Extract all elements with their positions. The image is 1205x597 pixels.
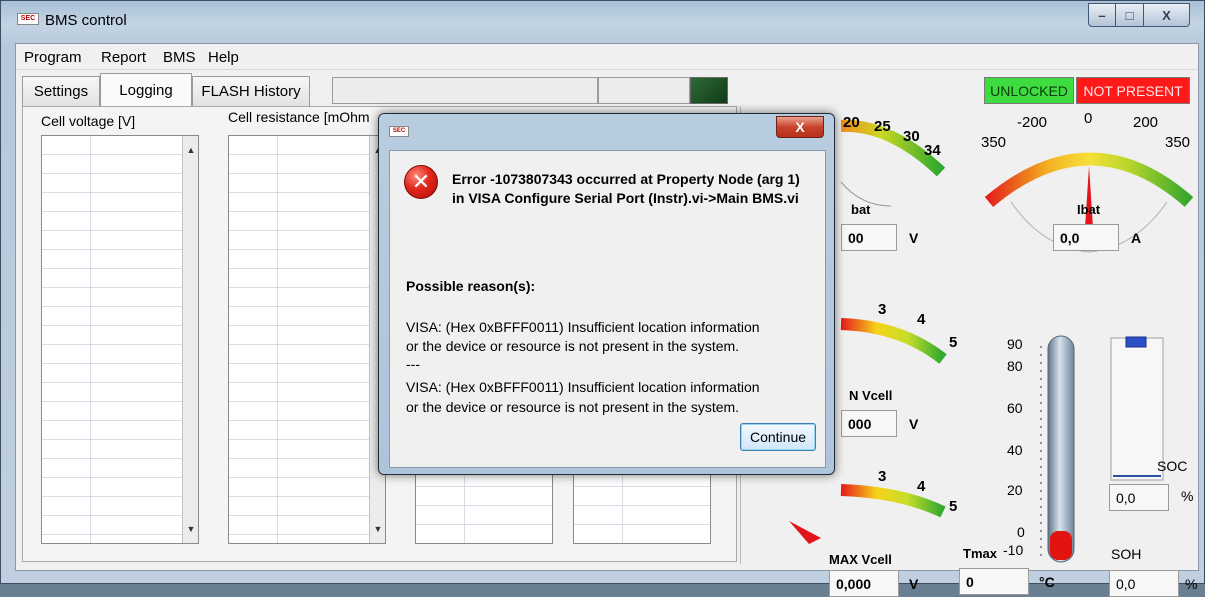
- ibat-label: Ibat: [1077, 202, 1101, 217]
- soc-value: 0,0: [1109, 484, 1169, 511]
- tmax-tick-label: 40: [1007, 442, 1023, 458]
- tmax-label: Tmax: [963, 546, 997, 561]
- min-vcell-tick-label: 3: [878, 301, 887, 318]
- cell-voltage-label: Cell voltage [V]: [41, 113, 136, 129]
- ubat-unit: V: [909, 230, 919, 246]
- status-text-box-2: [598, 77, 690, 104]
- tab-settings[interactable]: Settings: [22, 76, 100, 106]
- max-vcell-tick-label: 4: [917, 478, 926, 495]
- log-table-3[interactable]: [415, 467, 553, 544]
- soc-slider-handle: [1125, 336, 1147, 348]
- tmax-tick-label: 90: [1007, 336, 1023, 352]
- tmax-tick-label: -10: [1003, 542, 1024, 558]
- min-vcell-unit: V: [909, 416, 919, 432]
- min-vcell-tick-label: 4: [917, 311, 926, 328]
- error-dialog: SEC X ✕ Error -1073807343 occurred at Pr…: [378, 113, 835, 475]
- ibat-tick-label: 0: [1084, 110, 1093, 127]
- menu-program[interactable]: Program: [24, 49, 82, 66]
- ibat-tick-label: 200: [1133, 114, 1159, 131]
- reason-line: ---: [406, 356, 420, 372]
- max-vcell-gauge-band: [840, 484, 946, 518]
- max-vcell-label: MAX Vcell: [829, 552, 892, 567]
- tab-logging[interactable]: Logging: [100, 73, 192, 106]
- max-vcell-tick-label: 5: [949, 498, 958, 515]
- connection-led-indicator: [690, 77, 728, 104]
- menu-report[interactable]: Report: [101, 49, 146, 66]
- reason-line: VISA: (Hex 0xBFFF0011) Insufficient loca…: [406, 379, 760, 395]
- log-table-4[interactable]: [573, 467, 711, 544]
- scrollbar[interactable]: ▲ ▼: [182, 136, 198, 543]
- window-title: BMS control: [45, 12, 127, 29]
- soc-label: SOC: [1157, 458, 1188, 474]
- menu-bms[interactable]: BMS: [163, 49, 196, 66]
- ibat-tick-label: -200: [1017, 114, 1048, 131]
- tmax-tick-label: 60: [1007, 400, 1023, 416]
- max-vcell-tick-label: 3: [878, 468, 887, 485]
- continue-button[interactable]: Continue: [740, 423, 816, 451]
- soh-unit: %: [1185, 576, 1198, 592]
- max-vcell-unit: V: [909, 576, 919, 592]
- menu-bar: Program Report BMS Help: [16, 44, 1198, 70]
- tmax-tick-label: 20: [1007, 482, 1023, 498]
- scroll-up-arrow-icon[interactable]: ▲: [183, 142, 198, 158]
- soc-bar: [1110, 337, 1164, 481]
- soh-label: SOH: [1111, 546, 1142, 562]
- min-vcell-label: N Vcell: [849, 388, 893, 403]
- ibat-tick-label: 350: [981, 134, 1007, 151]
- ubat-tick-label: 30: [903, 128, 920, 145]
- status-text-box: [332, 77, 598, 104]
- minimize-button[interactable]: –: [1088, 3, 1116, 27]
- scroll-down-arrow-icon[interactable]: ▼: [183, 521, 198, 537]
- app-window: SEC BMS control – □ X Program Report BMS…: [0, 0, 1205, 597]
- ibat-unit: A: [1131, 230, 1142, 246]
- reason-line: or the device or resource is not present…: [406, 338, 740, 354]
- ibat-value: 0,0: [1053, 224, 1119, 251]
- reason-line: or the device or resource is not present…: [406, 399, 740, 415]
- cell-resistance-table[interactable]: ▲ ▼: [228, 135, 386, 544]
- connection-status-badge: NOT PRESENT: [1076, 77, 1190, 104]
- reason-line: VISA: (Hex 0xBFFF0011) Insufficient loca…: [406, 319, 760, 335]
- app-logo-icon: SEC: [17, 13, 39, 25]
- ibat-tick-label: 350: [1165, 134, 1191, 151]
- max-vcell-needle: [789, 521, 821, 544]
- window-controls: – □ X: [1088, 3, 1190, 27]
- ubat-label: bat: [851, 202, 871, 217]
- cell-voltage-table[interactable]: ▲ ▼: [41, 135, 199, 544]
- scroll-down-arrow-icon[interactable]: ▼: [370, 521, 385, 537]
- tmax-value: 0: [959, 568, 1029, 595]
- menu-help[interactable]: Help: [208, 49, 239, 66]
- ibat-needle: [1085, 166, 1093, 228]
- dialog-body: ✕ Error -1073807343 occurred at Property…: [389, 150, 826, 468]
- ubat-tick-label: 34: [924, 142, 941, 159]
- maximize-button[interactable]: □: [1116, 3, 1144, 27]
- dialog-logo-icon: SEC: [389, 126, 409, 137]
- tmax-unit: °C: [1039, 574, 1055, 590]
- thermometer-tube: [1047, 335, 1075, 563]
- error-title: Error -1073807343 occurred at Property N…: [452, 171, 800, 206]
- tmax-tick-label: 0: [1017, 524, 1025, 540]
- error-icon: ✕: [404, 165, 438, 199]
- dialog-close-button[interactable]: X: [776, 116, 824, 138]
- thermometer-fill: [1050, 531, 1072, 560]
- title-bar[interactable]: SEC BMS control – □ X: [1, 1, 1204, 39]
- ubat-value: 00: [841, 224, 897, 251]
- tab-flash-history[interactable]: FLASH History: [192, 76, 310, 106]
- ubat-tick-label: 25: [874, 118, 891, 135]
- lock-status-badge: UNLOCKED: [984, 77, 1074, 104]
- min-vcell-tick-label: 5: [949, 334, 958, 351]
- cell-resistance-label: Cell resistance [mOhm: [228, 109, 370, 125]
- min-vcell-gauge-band: [840, 318, 947, 364]
- soc-unit: %: [1181, 488, 1194, 504]
- reason-heading: Possible reason(s):: [406, 278, 536, 294]
- close-button[interactable]: X: [1144, 3, 1190, 27]
- min-vcell-value: 000: [841, 410, 897, 437]
- ubat-tick-label: 20: [843, 114, 860, 131]
- tmax-tick-label: 80: [1007, 358, 1023, 374]
